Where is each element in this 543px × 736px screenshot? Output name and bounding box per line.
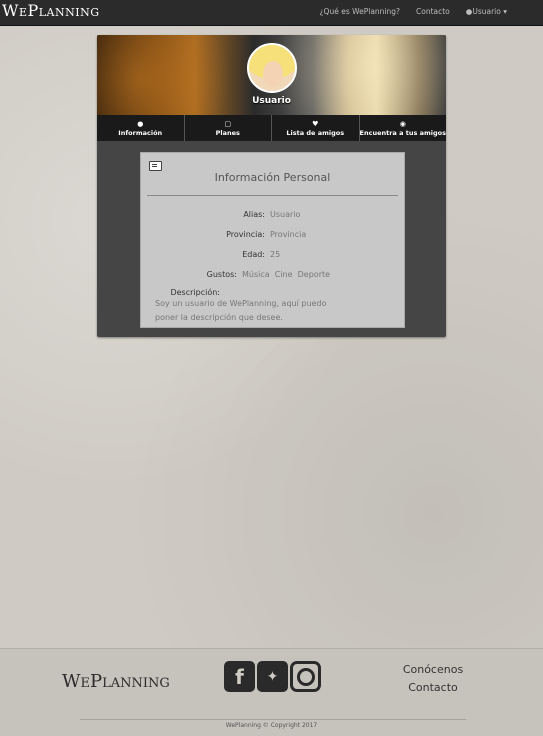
copyright: WePlanning © Copyright 2017	[225, 722, 318, 729]
descripcion-value: Soy un usuario de WePlanning, aquí puedo…	[155, 299, 327, 322]
panel-title: Información Personal	[214, 171, 331, 184]
heart-icon: ♥	[312, 119, 319, 128]
gustos-label: Gustos:	[206, 270, 237, 279]
tab-lista-amigos[interactable]: ♥ Lista de amigos	[272, 115, 360, 141]
chevron-down-icon: ▾	[500, 7, 507, 16]
personal-info-panel: Información Personal Alias: Usuario Provi…	[140, 152, 405, 328]
navbar: WePlanning ¿Qué es WePlanning? Contacto …	[0, 0, 543, 26]
info-row-descripcion: Descripción: Soy un usuario de WePlanning…	[155, 288, 395, 325]
nav-link-contact[interactable]: Contacto	[416, 7, 450, 16]
divider	[147, 195, 398, 196]
profile-tabs: ● Información ▢ Planes ♥ Lista de amigos…	[97, 115, 446, 141]
footer-link-contacto[interactable]: Contacto	[400, 679, 466, 697]
edad-label: Edad:	[242, 250, 265, 259]
info-row-edad: Edad: 25	[141, 250, 404, 259]
tab-informacion[interactable]: ● Información	[97, 115, 185, 141]
user-icon: ●	[137, 119, 144, 128]
provincia-label: Provincia:	[226, 230, 265, 239]
provincia-value: Provincia	[270, 230, 307, 239]
edad-value: 25	[270, 250, 281, 259]
alias-value: Usuario	[270, 210, 301, 219]
tab-label: Encuentra a tus amigos	[359, 128, 446, 137]
brand-logo[interactable]: WePlanning	[2, 1, 100, 20]
footer-brand[interactable]: WePlanning	[62, 671, 170, 692]
alias-label: Alias:	[243, 210, 265, 219]
user-menu-label: Usuario	[472, 7, 501, 16]
nav-links: ¿Qué es WePlanning? Contacto ●Usuario ▾	[320, 7, 507, 16]
instagram-icon[interactable]	[290, 661, 321, 692]
avatar	[247, 43, 297, 93]
nav-link-about[interactable]: ¿Qué es WePlanning?	[320, 7, 400, 16]
profile-name: Usuario	[252, 96, 291, 106]
edit-icon[interactable]	[149, 161, 162, 171]
info-row-provincia: Provincia: Provincia	[141, 230, 404, 239]
user-menu-dropdown[interactable]: ●Usuario ▾	[466, 7, 507, 16]
tab-label: Planes	[215, 128, 240, 137]
descripcion-label: Descripción:	[170, 288, 220, 297]
tab-label: Información	[118, 128, 163, 137]
tab-label: Lista de amigos	[286, 128, 345, 137]
info-row-alias: Alias: Usuario	[141, 210, 404, 219]
footer: WePlanning f ✦ Conócenos Contacto WePlan…	[0, 648, 543, 736]
info-row-gustos: Gustos: Música Cine Deporte	[141, 270, 404, 279]
globe-icon: ◉	[399, 119, 406, 128]
footer-links: Conócenos Contacto	[400, 661, 466, 697]
book-icon: ▢	[224, 119, 232, 128]
footer-divider	[80, 719, 466, 720]
profile-card: Usuario ● Información ▢ Planes ♥ Lista d…	[97, 35, 446, 337]
tab-planes[interactable]: ▢ Planes	[185, 115, 272, 141]
facebook-icon[interactable]: f	[224, 661, 255, 692]
social-links: f ✦	[224, 661, 321, 692]
gustos-value: Música Cine Deporte	[242, 270, 331, 279]
twitter-icon[interactable]: ✦	[257, 661, 288, 692]
tab-encuentra-amigos[interactable]: ◉ Encuentra a tus amigos	[360, 115, 447, 141]
avatar-face	[263, 61, 283, 87]
footer-link-conocenos[interactable]: Conócenos	[400, 661, 466, 679]
